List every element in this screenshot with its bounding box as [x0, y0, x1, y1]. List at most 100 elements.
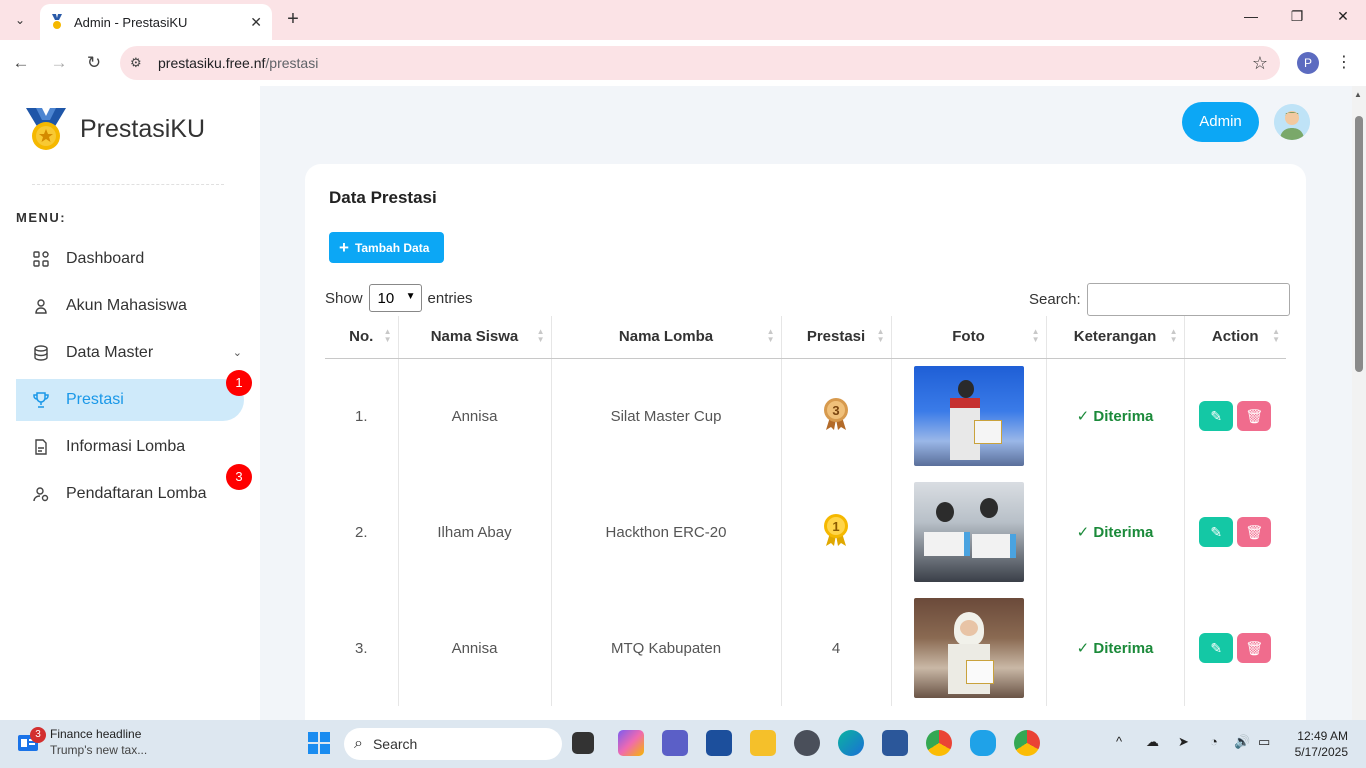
system-clock[interactable]: 12:49 AM 5/17/2025 — [1286, 728, 1348, 760]
avatar[interactable] — [1274, 104, 1310, 140]
wifi-icon[interactable]: ◔ — [1210, 734, 1218, 749]
news-widget[interactable]: 3 Finance headline Trump's new tax... — [16, 726, 147, 758]
bookmark-star-icon[interactable]: ☆ — [1252, 53, 1268, 74]
sidebar-item-pendaftaran-lomba[interactable]: Pendaftaran Lomba — [16, 473, 244, 515]
copilot-icon[interactable] — [618, 730, 644, 756]
edit-button[interactable]: ✎ — [1199, 517, 1234, 547]
sidebar-item-dashboard[interactable]: Dashboard — [16, 238, 244, 280]
site-info-icon[interactable]: ⚙ — [130, 55, 150, 71]
chrome-profile-l-icon[interactable] — [926, 730, 952, 756]
close-window-icon[interactable]: ✕ — [1332, 8, 1354, 25]
tab-search-chevron-icon[interactable]: ⌄ — [8, 8, 32, 32]
achievement-photo[interactable] — [913, 598, 1024, 698]
table-row: 2. Ilham Abay Hackthon ERC-20 1 ✓ Diteri… — [325, 474, 1286, 590]
camera-icon[interactable] — [794, 730, 820, 756]
windows-taskbar: 3 Finance headline Trump's new tax... ⌕ … — [0, 720, 1366, 768]
cell-no: 1. — [325, 358, 399, 474]
column-header-keterangan[interactable]: Keterangan ▲ ▼ — [1046, 316, 1185, 359]
favicon-medal-icon — [50, 14, 64, 30]
cell-no: 2. — [325, 474, 399, 590]
edge-icon[interactable] — [838, 730, 864, 756]
sidebar-item-label: Data Master — [66, 344, 154, 361]
browser-tab[interactable]: Admin - PrestasiKU ✕ — [40, 4, 272, 40]
browser-toolbar: ← → ↻ ⚙ prestasiku.free.nf/prestasi ☆ — [0, 40, 1366, 86]
achievement-photo[interactable] — [913, 482, 1024, 582]
close-tab-icon[interactable]: ✕ — [250, 14, 262, 31]
app-icon[interactable] — [970, 730, 996, 756]
column-header-foto[interactable]: Foto ▲ ▼ — [891, 316, 1047, 359]
document-icon — [32, 438, 50, 456]
edit-button[interactable]: ✎ — [1199, 633, 1234, 663]
column-header-prestasi[interactable]: Prestasi ▲ ▼ — [781, 316, 892, 359]
admin-button[interactable]: Admin — [1182, 102, 1259, 142]
column-header-nama-lomba[interactable]: Nama Lomba ▲ ▼ — [551, 316, 782, 359]
brand-name: PrestasiKU — [80, 114, 206, 143]
column-header-no[interactable]: No. ▲ ▼ — [325, 316, 399, 359]
new-tab-icon[interactable]: + — [282, 8, 304, 30]
tray-overflow-icon[interactable]: ^ — [1116, 734, 1122, 749]
sidebar-item-prestasi[interactable]: Prestasi — [16, 379, 244, 421]
column-header-action[interactable]: Action ▲ ▼ — [1184, 316, 1286, 359]
rank-number: 3 — [832, 403, 839, 418]
task-view-icon[interactable] — [572, 732, 594, 754]
dashboard-icon — [32, 250, 50, 268]
word-icon[interactable] — [882, 730, 908, 756]
location-icon[interactable]: ➤ — [1178, 734, 1189, 750]
trophy-icon — [32, 391, 50, 409]
chevron-down-icon: ▼ — [405, 291, 416, 302]
trash-icon: 🗑 — [1245, 408, 1264, 425]
url-text[interactable]: prestasiku.free.nf/prestasi — [158, 55, 318, 71]
sidebar-item-data-master[interactable]: Data Master ⌄ — [16, 332, 244, 374]
page-scrollbar[interactable]: ▲ — [1352, 86, 1366, 720]
entries-select[interactable]: 10 ▼ — [368, 284, 422, 312]
sort-icon: ▲ ▼ — [876, 327, 885, 344]
plus-icon: + — [339, 237, 349, 257]
news-badge: 3 — [30, 727, 46, 743]
sidebar-item-label: Pendaftaran Lomba — [66, 485, 207, 502]
sort-icon: ▲ ▼ — [1031, 327, 1040, 344]
edit-button[interactable]: ✎ — [1199, 401, 1234, 432]
delete-button[interactable]: 🗑 — [1237, 517, 1272, 547]
cell-keterangan: ✓ Diterima — [1046, 474, 1185, 590]
logo[interactable]: PrestasiKU — [26, 106, 205, 152]
scrollbar-thumb[interactable] — [1355, 116, 1363, 372]
browser-menu-icon[interactable]: ⋮ — [1336, 52, 1352, 72]
status-label: Diterima — [1093, 640, 1154, 657]
restore-icon[interactable]: ❐ — [1286, 8, 1308, 25]
sidebar-item-akun-mahasiswa[interactable]: Akun Mahasiswa — [16, 285, 244, 327]
delete-button[interactable]: 🗑 — [1237, 633, 1272, 663]
achievement-photo[interactable] — [913, 366, 1024, 467]
chrome-profile-p-icon[interactable] — [1014, 730, 1040, 756]
delete-button[interactable]: 🗑 — [1237, 401, 1272, 432]
minimize-icon[interactable]: — — [1240, 8, 1262, 24]
volume-icon[interactable]: 🔊 — [1234, 734, 1250, 750]
entries-length-control: Show 10 ▼ entries — [325, 284, 473, 312]
file-explorer-icon[interactable] — [750, 730, 776, 756]
profile-avatar[interactable]: P — [1297, 52, 1319, 74]
sort-icon: ▲ ▼ — [1272, 327, 1280, 344]
address-bar[interactable]: ⚙ prestasiku.free.nf/prestasi ☆ — [120, 46, 1280, 80]
cell-prestasi: 3 — [781, 358, 892, 474]
cell-keterangan: ✓ Diterima — [1046, 590, 1185, 706]
taskbar-search[interactable]: ⌕ Search — [344, 728, 562, 760]
sidebar-item-informasi-lomba[interactable]: Informasi Lomba — [16, 426, 244, 468]
back-icon[interactable]: ← — [10, 52, 32, 74]
reload-icon[interactable]: ↻ — [83, 52, 105, 74]
cell-action: ✎ 🗑 — [1184, 358, 1286, 474]
table-row: 3. Annisa MTQ Kabupaten 4 ✓ Diterima ✎ 🗑 — [325, 590, 1286, 706]
store-icon[interactable] — [706, 730, 732, 756]
column-header-nama-siswa[interactable]: Nama Siswa ▲ ▼ — [398, 316, 552, 359]
column-header-label: Keterangan — [1073, 328, 1157, 346]
onedrive-icon[interactable]: ☁ — [1146, 734, 1159, 750]
url-path: /prestasi — [265, 55, 319, 71]
chevron-down-icon[interactable]: ⌄ — [233, 346, 242, 359]
add-data-button[interactable]: + Tambah Data — [329, 232, 444, 263]
check-icon: ✓ — [1076, 524, 1094, 541]
search-input[interactable] — [1086, 283, 1290, 316]
teams-icon[interactable] — [662, 730, 688, 756]
battery-icon[interactable]: ▭ — [1258, 734, 1270, 750]
status-accepted: ✓ Diterima — [1077, 408, 1154, 425]
windows-start-icon[interactable] — [306, 730, 332, 756]
forward-icon[interactable]: → — [48, 52, 70, 74]
scroll-up-icon[interactable]: ▲ — [1354, 90, 1362, 99]
